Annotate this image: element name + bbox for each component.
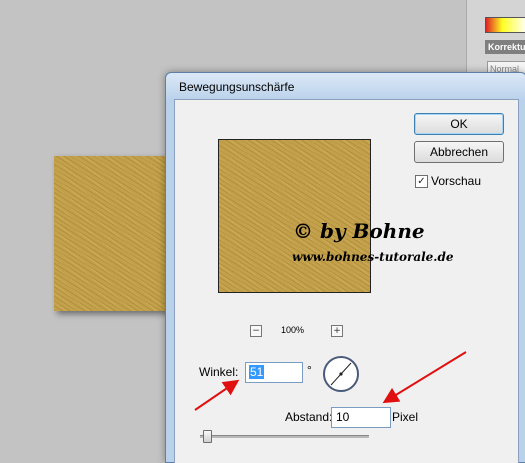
annotation-arrows <box>194 351 467 411</box>
arrow-to-distance-icon <box>382 351 467 404</box>
arrow-to-angle-icon <box>194 379 240 411</box>
